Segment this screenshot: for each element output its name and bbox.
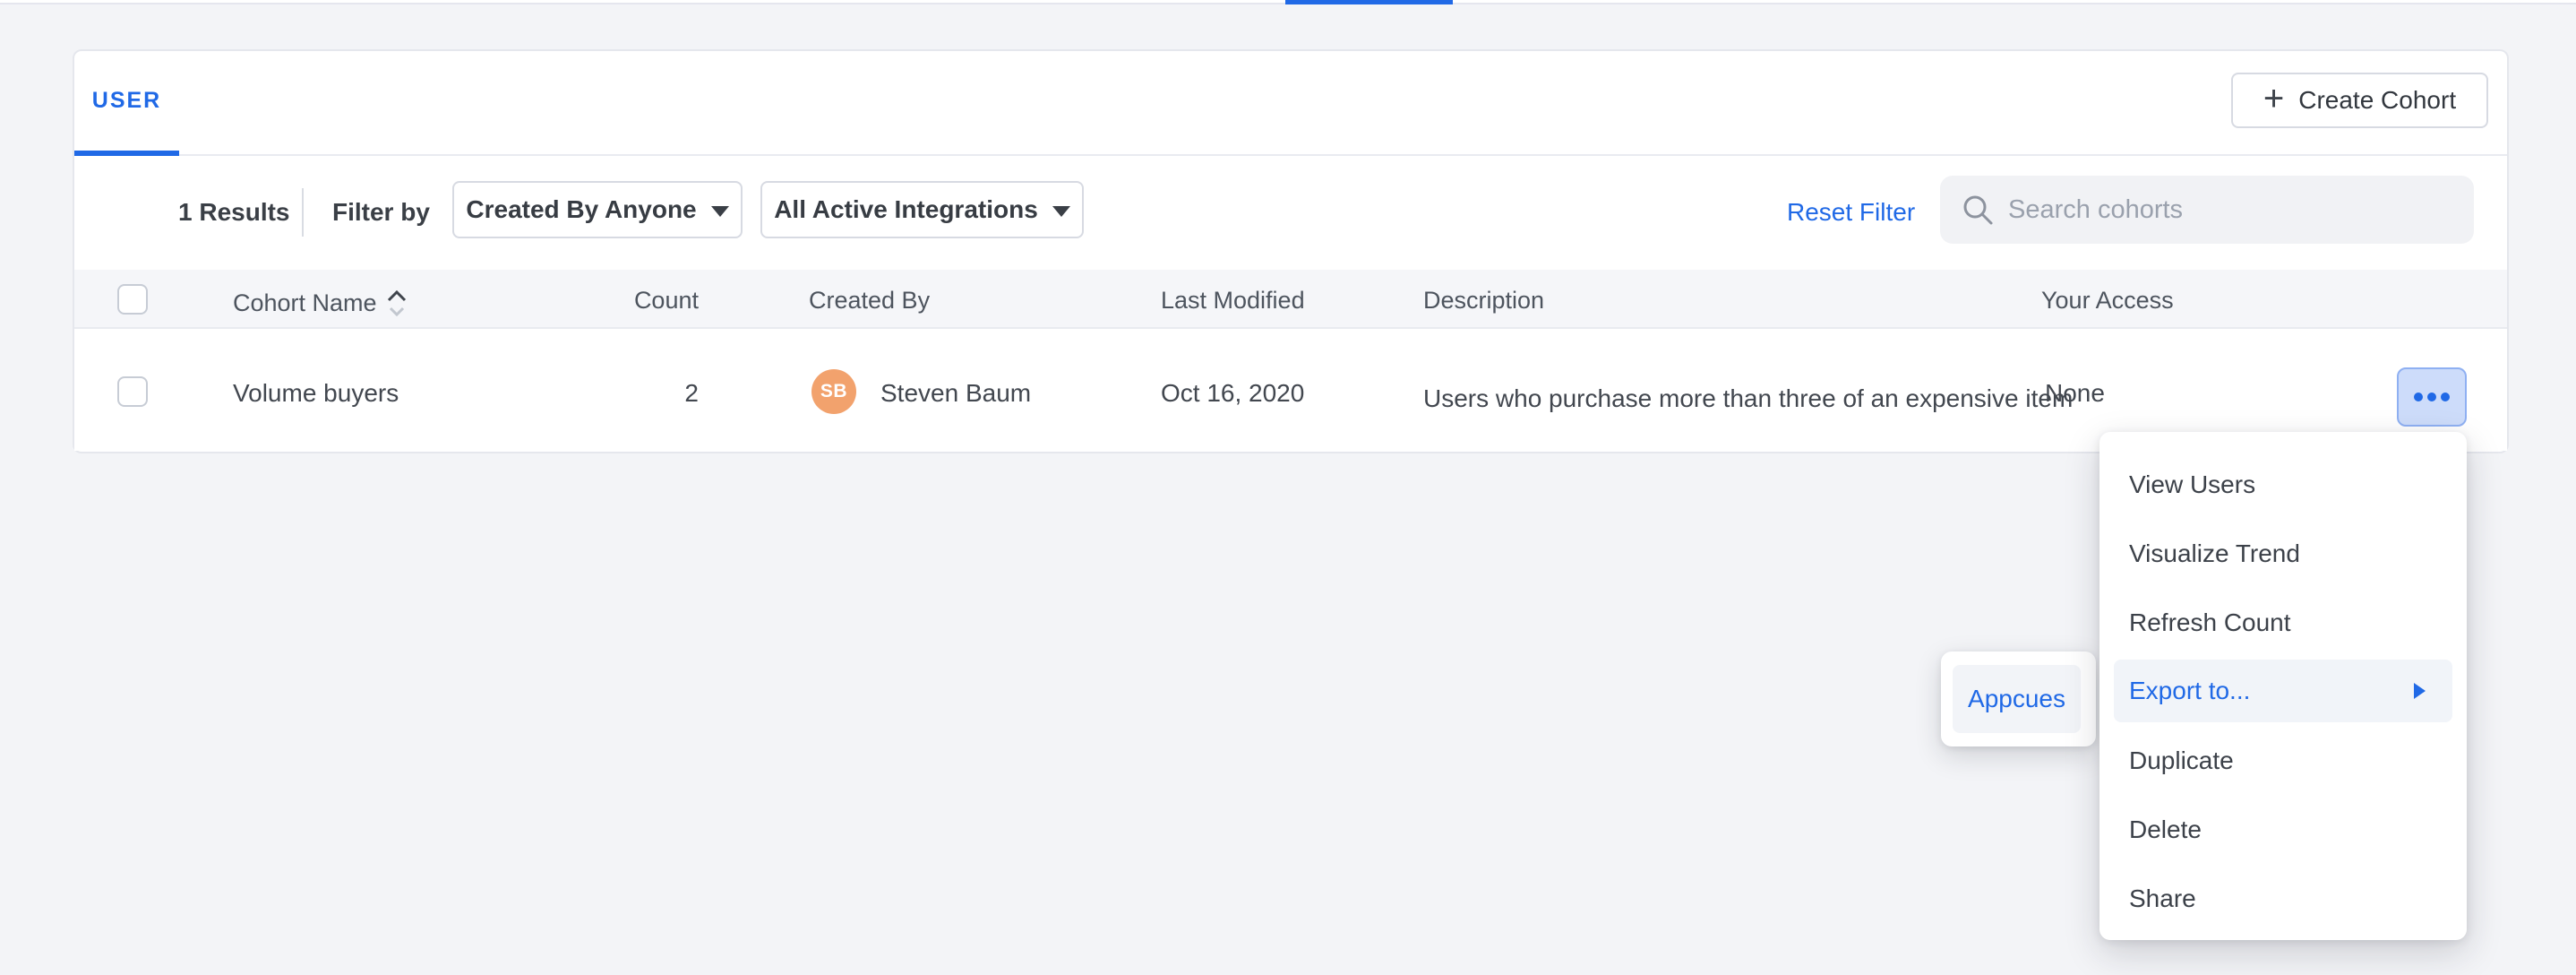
tab-user[interactable]: USER xyxy=(74,51,179,156)
row-actions-menu: View Users Visualize Trend Refresh Count… xyxy=(2099,432,2467,940)
menu-item-visualize-trend[interactable]: Visualize Trend xyxy=(2099,519,2467,588)
dot-icon xyxy=(2427,393,2436,401)
chevron-down-icon xyxy=(711,206,729,217)
export-to-label: Export to... xyxy=(2129,677,2250,704)
create-cohort-button[interactable]: + Create Cohort xyxy=(2231,73,2488,128)
filter-bar: 1 Results Filter by Created By Anyone Al… xyxy=(74,156,2507,270)
tab-bar: USER + Create Cohort xyxy=(74,51,2507,156)
chevron-down-icon xyxy=(1052,206,1070,217)
column-header-cohort-name[interactable]: Cohort Name xyxy=(233,287,408,319)
menu-item-refresh-count[interactable]: Refresh Count xyxy=(2099,588,2467,657)
menu-item-delete[interactable]: Delete xyxy=(2099,795,2467,864)
created-by-name: Steven Baum xyxy=(880,379,1031,408)
row-checkbox[interactable] xyxy=(117,376,148,407)
cohort-name-header-label: Cohort Name xyxy=(233,289,377,317)
cohort-description: Users who purchase more than three of an… xyxy=(1423,379,1970,418)
divider xyxy=(302,188,304,237)
cohort-name-link[interactable]: Volume buyers xyxy=(233,379,399,408)
cohorts-card: USER + Create Cohort 1 Results Filter by… xyxy=(73,49,2509,453)
menu-item-duplicate[interactable]: Duplicate xyxy=(2099,726,2467,795)
select-all-checkbox[interactable] xyxy=(117,284,148,315)
export-submenu: Appcues xyxy=(1941,651,2096,746)
submenu-arrow-icon xyxy=(2414,683,2426,699)
menu-item-view-users[interactable]: View Users xyxy=(2099,450,2467,519)
create-cohort-label: Create Cohort xyxy=(2298,86,2456,115)
search-box xyxy=(1940,176,2474,244)
results-count: 1 Results xyxy=(178,198,290,227)
column-header-description: Description xyxy=(1423,287,1544,315)
cohorts-page: USER + Create Cohort 1 Results Filter by… xyxy=(0,0,2576,975)
menu-item-share[interactable]: Share xyxy=(2099,864,2467,933)
column-header-your-access: Your Access xyxy=(2041,287,2174,315)
submenu-item-appcues[interactable]: Appcues xyxy=(1953,665,2081,733)
column-header-created-by: Created By xyxy=(809,287,930,315)
filter-by-label: Filter by xyxy=(332,198,430,227)
created-by-dropdown-label: Created By Anyone xyxy=(466,195,696,224)
sort-icon xyxy=(386,289,408,319)
avatar: SB xyxy=(811,369,856,414)
dot-icon xyxy=(2441,393,2450,401)
active-top-tab-indicator xyxy=(1285,0,1453,4)
integrations-dropdown-label: All Active Integrations xyxy=(774,195,1038,224)
column-header-count: Count xyxy=(564,287,699,315)
plus-icon: + xyxy=(2263,81,2284,116)
dot-icon xyxy=(2414,393,2423,401)
integrations-dropdown[interactable]: All Active Integrations xyxy=(760,181,1084,238)
your-access-value: None xyxy=(2045,379,2105,408)
table-header: Cohort Name Count Created By Last Modifi… xyxy=(74,270,2507,329)
top-nav-strip xyxy=(0,0,2576,4)
search-icon xyxy=(1960,192,1996,228)
row-actions-button[interactable] xyxy=(2397,367,2467,427)
last-modified-date: Oct 16, 2020 xyxy=(1161,379,1304,408)
cohort-count: 2 xyxy=(564,379,699,408)
search-input[interactable] xyxy=(2008,176,2456,244)
reset-filter-link[interactable]: Reset Filter xyxy=(1787,198,1915,227)
menu-item-export-to[interactable]: Export to... xyxy=(2114,660,2452,722)
created-by-dropdown[interactable]: Created By Anyone xyxy=(452,181,743,238)
column-header-last-modified: Last Modified xyxy=(1161,287,1305,315)
